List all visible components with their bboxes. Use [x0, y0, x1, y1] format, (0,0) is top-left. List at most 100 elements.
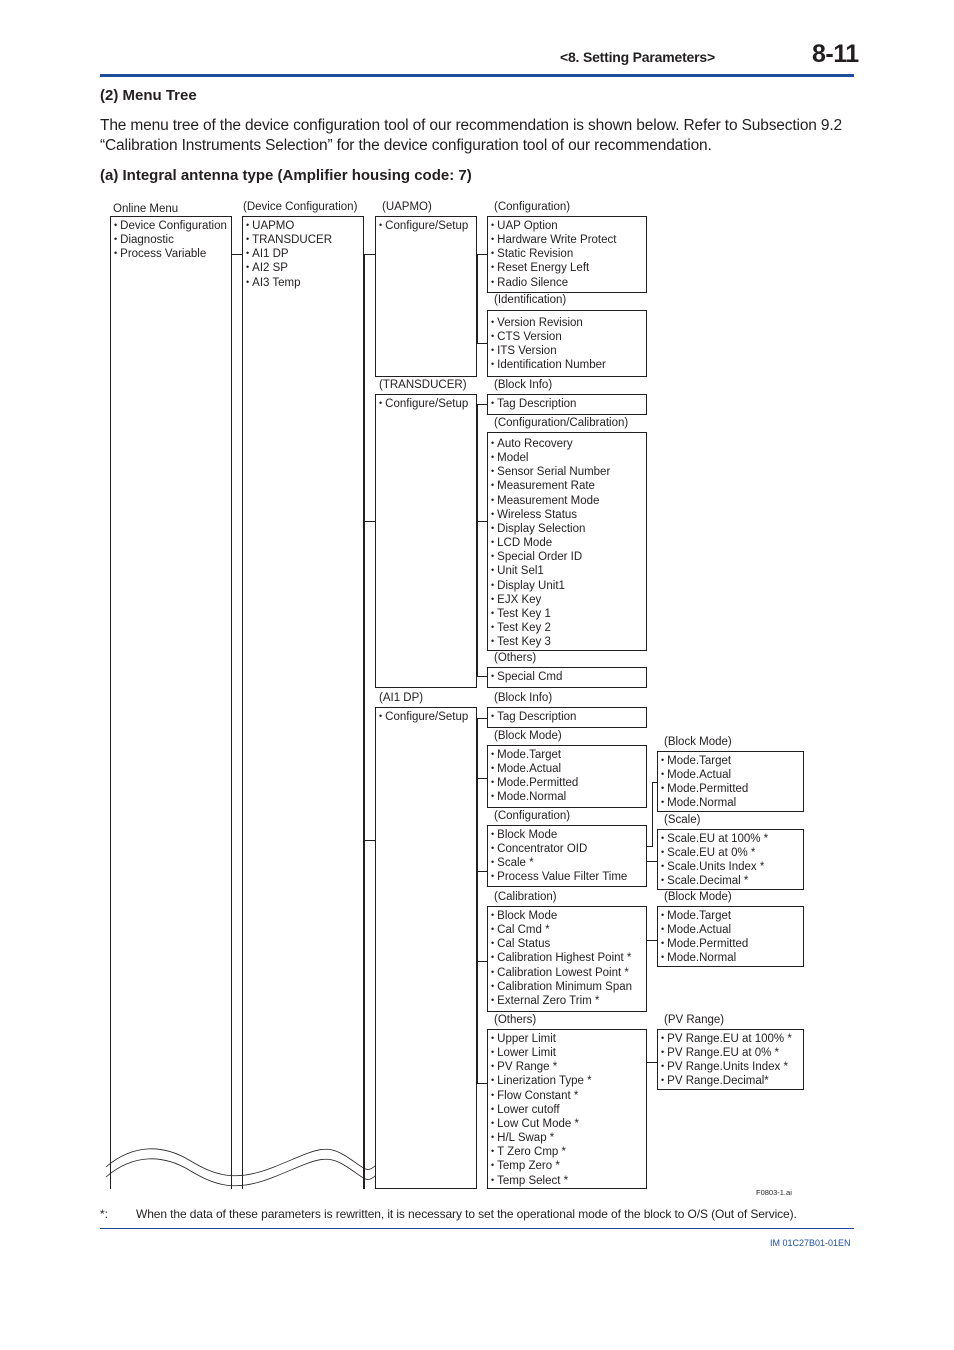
scale-label: (Scale)	[664, 814, 701, 826]
menu-item: Calibration Lowest Point *	[491, 966, 646, 980]
menu-item: Test Key 2	[491, 621, 646, 635]
menu-item: Cal Status	[491, 937, 646, 951]
online-menu-box: Device ConfigurationDiagnosticProcess Va…	[110, 216, 232, 1189]
connector-trunk	[364, 254, 365, 1189]
menu-item: Mode.Permitted	[491, 776, 646, 790]
menu-item: Device Configuration	[114, 219, 231, 233]
menu-item: Calibration Highest Point *	[491, 951, 646, 965]
menu-item: Configure/Setup	[379, 397, 476, 411]
connector	[477, 404, 487, 405]
menu-item: Scale *	[491, 856, 646, 870]
menu-item: Identification Number	[491, 358, 646, 372]
ai1dp-others-box: Upper LimitLower LimitPV Range *Lineriza…	[487, 1029, 647, 1189]
ai1dp-configuration-box: Block ModeConcentrator OIDScale *Process…	[487, 825, 647, 887]
document-id: IM 01C27B01-01EN	[770, 1238, 851, 1248]
pv-range-box: PV Range.EU at 100% *PV Range.EU at 0% *…	[657, 1029, 804, 1090]
menu-item: Lower Limit	[491, 1046, 646, 1060]
menu-item: Mode.Target	[661, 909, 803, 923]
connector	[477, 343, 487, 344]
menu-item: Model	[491, 451, 646, 465]
ai1dp-block-mode-box: Mode.TargetMode.ActualMode.PermittedMode…	[487, 745, 647, 808]
connector	[477, 521, 487, 522]
menu-item: PV Range.Decimal*	[661, 1074, 803, 1088]
menu-item: Mode.Target	[661, 754, 803, 768]
menu-item: PV Range.EU at 100% *	[661, 1032, 803, 1046]
menu-item: Temp Select *	[491, 1174, 646, 1188]
ai1dp-block-mode-label: (Block Mode)	[494, 730, 562, 742]
menu-item: Display Selection	[491, 522, 646, 536]
menu-item: External Zero Trim *	[491, 994, 646, 1008]
menu-item: Scale.EU at 100% *	[661, 832, 803, 846]
menu-item: T Zero Cmp *	[491, 1145, 646, 1159]
section-title: (2) Menu Tree	[100, 87, 197, 104]
connector	[647, 861, 657, 862]
connector	[647, 1062, 657, 1063]
connector	[477, 961, 487, 962]
ai1dp-block-info-box: Tag Description	[487, 707, 647, 728]
menu-item: PV Range.EU at 0% *	[661, 1046, 803, 1060]
menu-item-list: Device ConfigurationDiagnosticProcess Va…	[111, 217, 231, 261]
menu-item-list: UAP OptionHardware Write ProtectStatic R…	[488, 217, 646, 290]
menu-item: Mode.Actual	[491, 762, 646, 776]
menu-item: Reset Energy Left	[491, 261, 646, 275]
menu-item: Wireless Status	[491, 508, 646, 522]
config-block-mode-box: Mode.TargetMode.ActualMode.PermittedMode…	[657, 751, 804, 812]
connector	[477, 676, 487, 677]
intro-paragraph: The menu tree of the device configuratio…	[100, 117, 843, 154]
menu-item: Test Key 1	[491, 607, 646, 621]
transducer-block-info-label: (Block Info)	[494, 379, 553, 391]
menu-item: Special Order ID	[491, 550, 646, 564]
cal-block-mode-box: Mode.TargetMode.ActualMode.PermittedMode…	[657, 906, 804, 967]
menu-item: Measurement Rate	[491, 479, 646, 493]
ai1dp-block-info-label: (Block Info)	[494, 692, 553, 704]
menu-item-list: PV Range.EU at 100% *PV Range.EU at 0% *…	[658, 1030, 803, 1089]
ai1dp-calibration-label: (Calibration)	[494, 891, 557, 903]
menu-item: Cal Cmd *	[491, 923, 646, 937]
menu-item: Process Variable	[114, 247, 231, 261]
menu-item: Scale.Decimal *	[661, 874, 803, 888]
connector	[477, 871, 487, 872]
connector	[477, 254, 478, 343]
menu-item: Calibration Minimum Span	[491, 980, 646, 994]
footnote-mark: *:	[100, 1207, 109, 1221]
menu-item: AI3 Temp	[246, 276, 363, 290]
menu-item: AI1 DP	[246, 247, 363, 261]
menu-item: Configure/Setup	[379, 710, 476, 724]
connector	[477, 404, 478, 676]
uapmo-label: (UAPMO)	[382, 201, 432, 213]
menu-item: Low Cut Mode *	[491, 1117, 646, 1131]
menu-item: Mode.Permitted	[661, 937, 803, 951]
uapmo-box: Configure/Setup	[375, 216, 477, 377]
connector	[477, 1083, 487, 1084]
menu-item-list: Mode.TargetMode.ActualMode.PermittedMode…	[658, 907, 803, 966]
continuation-break-icon	[105, 1148, 376, 1187]
connector	[652, 782, 653, 847]
uapmo-identification-box: Version RevisionCTS VersionITS VersionId…	[487, 310, 647, 377]
connector	[477, 254, 487, 255]
menu-item-list: Configure/Setup	[376, 395, 476, 411]
menu-item-list: Scale.EU at 100% *Scale.EU at 0% *Scale.…	[658, 830, 803, 889]
menu-item: TRANSDUCER	[246, 233, 363, 247]
ai1dp-others-label: (Others)	[494, 1014, 537, 1026]
figure-id: F0803-1.ai	[756, 1188, 792, 1197]
menu-item: Test Key 3	[491, 635, 646, 649]
menu-item: Mode.Permitted	[661, 782, 803, 796]
menu-item-list: Mode.TargetMode.ActualMode.PermittedMode…	[488, 746, 646, 805]
menu-item: UAPMO	[246, 219, 363, 233]
menu-item: Configure/Setup	[379, 219, 476, 233]
menu-item-list: UAPMOTRANSDUCERAI1 DPAI2 SPAI3 Temp	[243, 217, 363, 290]
menu-item-list: Tag Description	[488, 708, 646, 724]
menu-item: Block Mode	[491, 828, 646, 842]
menu-item: Static Revision	[491, 247, 646, 261]
menu-item-list: Auto RecoveryModelSensor Serial NumberMe…	[488, 433, 646, 649]
online-menu-label: Online Menu	[113, 203, 179, 215]
menu-item: Version Revision	[491, 316, 646, 330]
menu-item-list: Configure/Setup	[376, 708, 476, 724]
menu-item: Tag Description	[491, 710, 646, 724]
connector	[232, 254, 242, 255]
menu-item: Mode.Normal	[661, 796, 803, 810]
footnote-text: When the data of these parameters is rew…	[136, 1207, 797, 1221]
menu-item: Mode.Actual	[661, 923, 803, 937]
menu-item: Radio Silence	[491, 276, 646, 290]
subsection-title: (a) Integral antenna type (Amplifier hou…	[100, 167, 472, 184]
